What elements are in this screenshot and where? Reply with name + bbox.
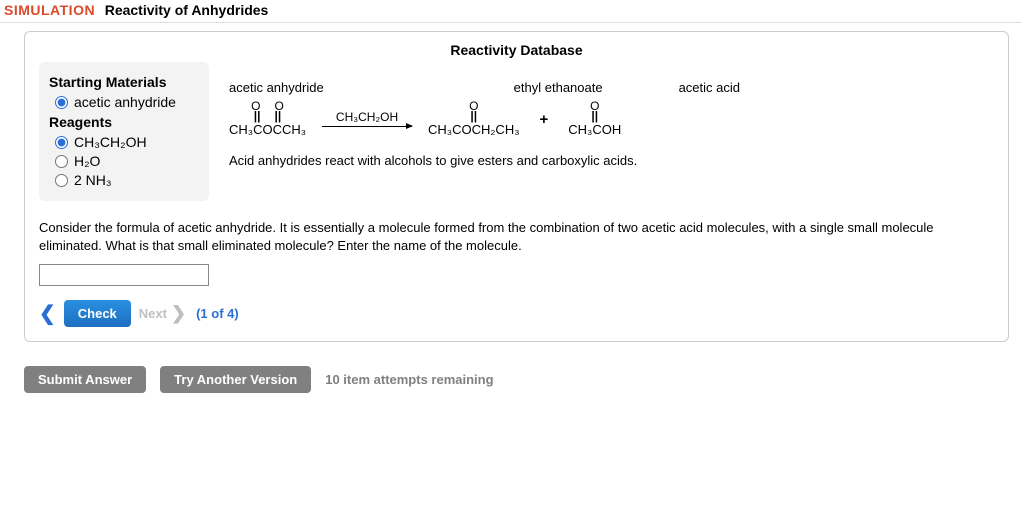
option-label: acetic anhydride: [74, 94, 176, 110]
options-column: Starting Materials acetic anhydride Reag…: [39, 62, 209, 201]
label-product1: ethyl ethanoate: [514, 80, 603, 95]
formula-ester: CH₃COCH₂CH₃: [428, 122, 519, 137]
nav-row: ❮ Check Next ❯ (1 of 4): [39, 300, 994, 327]
formula-acid: CH₃COH: [568, 122, 621, 137]
question-text: Consider the formula of acetic anhydride…: [39, 219, 994, 254]
formula-anhydride: CH₃COCCH₃: [229, 122, 306, 137]
bottom-row: Submit Answer Try Another Version 10 ite…: [24, 366, 1009, 393]
option-label: CH₃CH₂OH: [74, 134, 147, 150]
radio-ch3ch2oh[interactable]: [55, 136, 68, 149]
next-button[interactable]: Next ❯: [139, 303, 186, 324]
option-2nh3[interactable]: 2 NH₃: [55, 172, 195, 188]
step-counter: (1 of 4): [196, 306, 239, 321]
radio-acetic-anhydride[interactable]: [55, 96, 68, 109]
answer-input[interactable]: [39, 264, 209, 286]
structure-ester: O || CH₃COCH₂CH₃: [428, 101, 519, 137]
simulation-label: SIMULATION: [4, 2, 95, 18]
option-label: H₂O: [74, 153, 100, 169]
reaction-description: Acid anhydrides react with alcohols to g…: [229, 153, 994, 168]
upper-section: Starting Materials acetic anhydride Reag…: [39, 62, 994, 201]
option-ch3ch2oh[interactable]: CH₃CH₂OH: [55, 134, 195, 150]
try-another-version-button[interactable]: Try Another Version: [160, 366, 311, 393]
radio-h2o[interactable]: [55, 155, 68, 168]
arrow-reagent: CH₃CH₂OH: [322, 110, 412, 124]
reagents-header: Reagents: [49, 114, 195, 130]
check-button[interactable]: Check: [64, 300, 131, 327]
next-chevron-icon: ❯: [171, 303, 186, 324]
structure-anhydride: OO |||| CH₃COCCH₃: [229, 101, 306, 137]
reaction-row: OO |||| CH₃COCCH₃ CH₃CH₂OH O || CH₃COCH₂…: [229, 101, 994, 137]
arrow-icon: [322, 126, 412, 127]
next-label: Next: [139, 306, 167, 321]
reaction-labels: acetic anhydride ethyl ethanoate acetic …: [229, 80, 994, 95]
starting-materials-header: Starting Materials: [49, 74, 195, 90]
attempts-remaining: 10 item attempts remaining: [325, 372, 493, 387]
label-reactant: acetic anhydride: [229, 80, 324, 95]
radio-2nh3[interactable]: [55, 174, 68, 187]
plus-sign: +: [536, 111, 553, 128]
submit-answer-button[interactable]: Submit Answer: [24, 366, 146, 393]
option-label: 2 NH₃: [74, 172, 112, 188]
option-h2o[interactable]: H₂O: [55, 153, 195, 169]
simulation-title: Reactivity of Anhydrides: [105, 2, 269, 18]
option-acetic-anhydride[interactable]: acetic anhydride: [55, 94, 195, 110]
database-title: Reactivity Database: [39, 42, 994, 58]
main-panel: Reactivity Database Starting Materials a…: [24, 31, 1009, 342]
prev-chevron-icon[interactable]: ❮: [39, 301, 56, 326]
structure-acid: O || CH₃COH: [568, 101, 621, 137]
label-product2: acetic acid: [679, 80, 740, 95]
reaction-column: acetic anhydride ethyl ethanoate acetic …: [229, 62, 994, 201]
top-bar: SIMULATION Reactivity of Anhydrides: [0, 0, 1021, 23]
reaction-arrow: CH₃CH₂OH: [322, 110, 412, 129]
